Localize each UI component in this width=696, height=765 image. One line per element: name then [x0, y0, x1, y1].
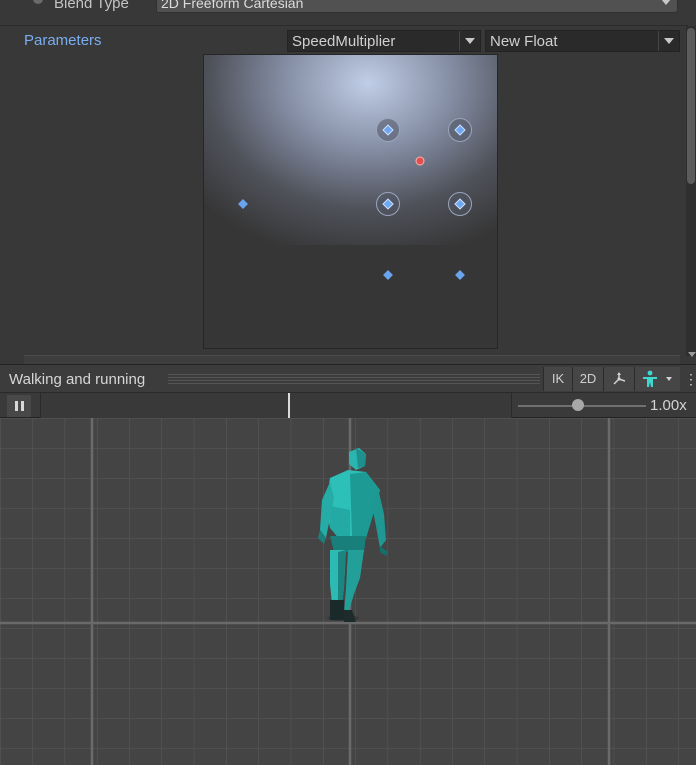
kebab-menu-icon[interactable]: ⋮ — [684, 371, 696, 388]
blend-weight-gradient — [204, 55, 497, 245]
viewport-scene — [0, 418, 696, 765]
preview-toolbar: Walking and running IK 2D ⋮ — [0, 364, 696, 392]
parameters-label[interactable]: Parameters — [24, 32, 102, 49]
preview-viewport[interactable] — [0, 418, 696, 765]
foldout-icon[interactable] — [33, 0, 43, 4]
pause-icon — [15, 401, 18, 411]
scrollbar-thumb[interactable] — [687, 28, 695, 184]
motion-node-diamond[interactable] — [455, 270, 465, 280]
pause-icon — [21, 401, 24, 411]
timeline-bar: 1.00x — [0, 392, 696, 418]
playhead[interactable] — [288, 393, 290, 418]
avatar-dropdown-button[interactable] — [634, 367, 680, 391]
chevron-down-icon[interactable] — [658, 31, 679, 51]
blend-type-label: Blend Type — [54, 0, 129, 12]
speed-value: 1.00x — [650, 397, 687, 414]
pause-button[interactable] — [7, 395, 31, 417]
blend-tree-inspector: Blend Type 2D Freeform Cartesian Paramet… — [0, 0, 696, 365]
resize-handle[interactable] — [168, 374, 540, 384]
parameter-y-dropdown[interactable]: New Float — [485, 30, 680, 52]
blend-space-graph[interactable] — [203, 54, 498, 349]
chevron-down-icon[interactable] — [459, 31, 480, 51]
current-blend-position[interactable] — [415, 156, 425, 166]
divider — [0, 25, 688, 26]
parameter-x-dropdown[interactable]: SpeedMultiplier — [287, 30, 481, 52]
blend-type-value: 2D Freeform Cartesian — [161, 0, 304, 11]
motion-node-diamond[interactable] — [383, 270, 393, 280]
blend-type-dropdown[interactable]: 2D Freeform Cartesian — [156, 0, 678, 13]
preview-title: Walking and running — [9, 371, 146, 388]
2d-toggle-button[interactable]: 2D — [572, 367, 603, 391]
avatar-icon — [642, 370, 672, 387]
speed-slider-handle[interactable] — [572, 399, 584, 411]
pivot-icon — [613, 372, 626, 385]
ik-toggle-button[interactable]: IK — [543, 367, 572, 391]
parameter-y-value: New Float — [490, 33, 558, 50]
scroll-down-icon[interactable] — [688, 352, 696, 357]
pivot-button[interactable] — [603, 367, 634, 391]
parameter-x-value: SpeedMultiplier — [292, 33, 396, 50]
timeline-scrubber[interactable] — [40, 393, 512, 418]
chevron-down-icon — [661, 0, 671, 5]
